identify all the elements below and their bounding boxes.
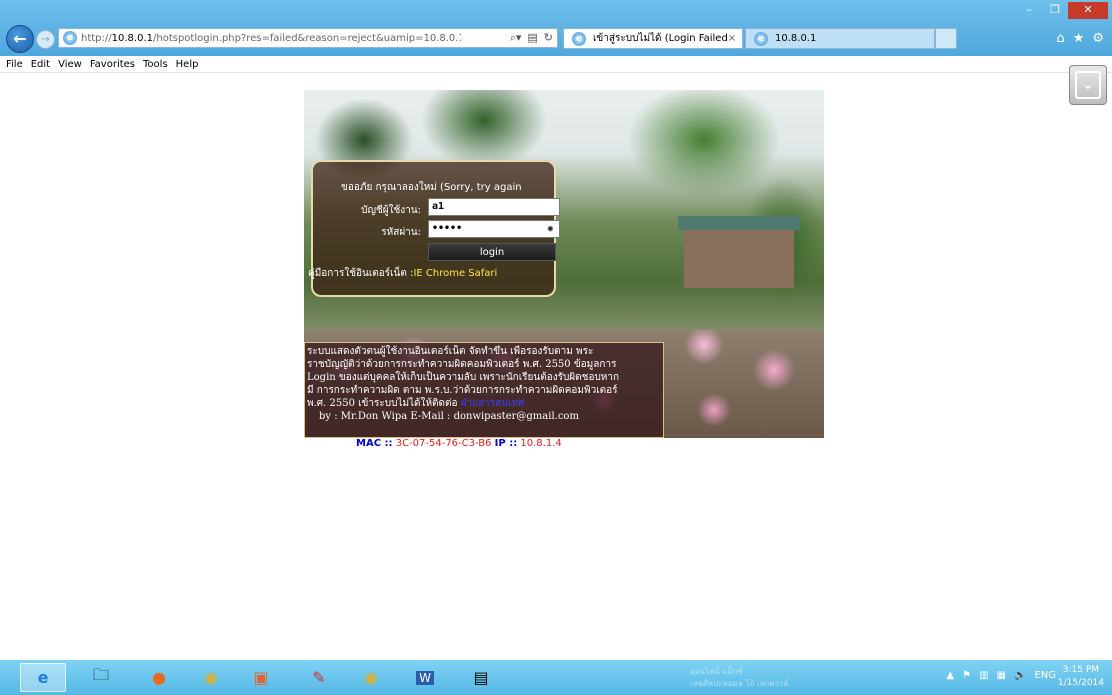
double-chevron-down-icon: ⌄ [1075,71,1101,99]
show-hidden-icons-icon[interactable]: ▲ [946,670,954,681]
taskbar-ie-icon[interactable]: e [20,663,66,692]
username-label: บัญชีผู้ใช้งาน: [361,205,421,216]
menu-bar: File Edit View Favorites Tools Help [0,56,1112,73]
reveal-password-icon[interactable]: ◉ [548,221,553,237]
info-line: Login ของแต่บุคคลให้เก็บเป็นความลับ เพรา… [307,372,620,383]
home-icon[interactable]: ⌂ [1056,31,1064,46]
error-message: ขออภัย กรุณาลองใหม่ (Sorry, try again [341,182,522,193]
mac-ip-line: MAC :: 3C-07-54-76-C3-B6 IP :: 10.8.1.4 [356,438,562,449]
forward-button[interactable]: → [36,30,55,49]
info-notice: ระบบแสดงตัวตนผู้ใช้งานอินเตอร์เน็ต จัดทำ… [304,342,664,438]
taskbar-clock[interactable]: 3:15 PM 1/15/2014 [1058,664,1104,690]
maximize-button[interactable]: ❐ [1042,2,1068,19]
password-value: ••••• [432,223,463,234]
back-button[interactable]: ← [6,25,34,53]
mac-key: MAC :: [356,438,393,449]
password-input[interactable]: ••••• ◉ [428,220,560,238]
menu-file[interactable]: File [6,59,23,70]
ie-favicon-icon: e [63,31,77,45]
ghost-line-2: เลขศิลปะหอมล โอ้ เลกครรด์ [690,679,789,688]
manual-links[interactable]: IE Chrome Safari [413,268,497,279]
info-line-contact: พ.ศ. 2550 เข้าระบบไม่ได้ให้ติดต่อ ฝ่ายสา… [307,397,661,410]
menu-favorites[interactable]: Favorites [90,59,135,70]
username-input[interactable]: a1 [428,198,560,216]
ip-key: IP :: [494,438,518,449]
manual-label: คู่มือการใช้อินเตอร์เน็ต : [308,268,414,279]
action-center-flag-icon[interactable]: ⚑ [962,670,971,681]
ghost-line-1: ออนไลน์ แม็กซ์ [690,667,743,676]
mac-value: 3C-07-54-76-C3-B6 [395,438,492,449]
language-indicator[interactable]: ENG [1034,670,1056,681]
url-prefix: http:// [81,32,112,44]
menu-help[interactable]: Help [176,59,199,70]
author-credit: by : Mr.Don Wipa E-Mail : donwipaster@gm… [319,411,579,422]
address-bar[interactable]: e http://10.8.0.1/hotspotlogin.php?res=f… [58,28,558,48]
menu-edit[interactable]: Edit [31,59,50,70]
url-host: 10.8.0.1 [111,32,153,44]
login-panel: ขออภัย กรุณาลองใหม่ (Sorry, try again บั… [308,160,560,297]
ip-value: 10.8.1.4 [520,438,562,449]
url-rest: /hotspotlogin.php?res=failed&reason=reje… [153,32,461,44]
tab-close-icon[interactable]: × [728,33,736,44]
ie-favicon-icon: e [754,31,768,46]
tab-login-failed[interactable]: e เข้าสู่ระบบไม่ได้ (Login Failed) × [563,28,743,49]
browser-right-icons: ⌂ ★ ⚙ [1056,31,1104,46]
tab-label: 10.8.0.1 [775,33,817,44]
tab-label: เข้าสู่ระบบไม่ได้ (Login Failed) [593,33,728,44]
favorites-star-icon[interactable]: ★ [1073,31,1085,46]
taskbar-chrome2-icon[interactable]: ◉ [348,663,394,692]
settings-gear-icon[interactable]: ⚙ [1092,31,1104,46]
manual-line: คู่มือการใช้อินเตอร์เน็ต :IE Chrome Safa… [308,266,497,281]
portal-background: ขออภัย กรุณาลองใหม่ (Sorry, try again บั… [304,90,824,438]
browser-titlebar: – ❐ ✕ ← → e http://10.8.0.1/hotspotlogin… [0,0,1112,56]
info-line: ราชบัญญัติว่าด้วยการกระทำความผิดคอมพิวเต… [307,359,617,370]
menu-view[interactable]: View [58,59,82,70]
taskbar-app-icon[interactable]: ▣ [238,663,284,692]
taskbar-notepad-icon[interactable]: ▤ [458,663,504,692]
taskbar-paint-icon[interactable]: ✎ [296,663,342,692]
taskbar-ghost-text: ออนไลน์ แม็กซ์เลขศิลปะหอมล โอ้ เลกครรด์ [690,666,789,690]
taskbar-word-icon[interactable]: W [402,663,448,692]
taskbar-firefox-icon[interactable]: ● [136,663,182,692]
info-contact-prefix: พ.ศ. 2550 เข้าระบบไม่ได้ให้ติดต่อ [307,398,461,409]
navigation-row: ← → e http://10.8.0.1/hotspotlogin.php?r… [0,22,1112,56]
compatibility-icon[interactable]: ▤ [527,31,537,45]
new-tab-button[interactable] [935,28,957,49]
ie-favicon-icon: e [572,31,586,46]
address-tools: ⌕▾ ▤ ↻ [510,31,557,45]
clock-date: 1/15/2014 [1057,678,1104,688]
contact-link[interactable]: ฝ่ายสารสนเทศ [461,398,525,409]
system-tray: ▲ ⚑ ▥ ▦ 🔈 ENG [946,670,1056,681]
network-icon[interactable]: ▥ [979,670,988,681]
password-label: รหัสผ่าน: [381,227,421,238]
search-icon[interactable]: ⌕▾ [510,31,522,45]
login-button[interactable]: login [428,243,556,261]
taskbar-explorer-icon[interactable]: 🗀 [78,663,124,692]
address-url[interactable]: http://10.8.0.1/hotspotlogin.php?res=fai… [81,33,461,44]
volume-icon[interactable]: 🔈 [1014,670,1026,681]
windows-taskbar: e 🗀 ● ◉ ▣ ✎ ◉ W ▤ ออนไลน์ แม็กซ์เลขศิลปะ… [0,660,1112,695]
window-controls: – ❐ ✕ [1016,2,1108,20]
scroll-down-button[interactable]: ⌄ [1069,65,1107,105]
clock-time: 3:15 PM [1062,665,1100,675]
display-icon[interactable]: ▦ [997,670,1006,681]
tab-10-8-0-1[interactable]: e 10.8.0.1 [745,28,935,49]
background-house [678,216,800,288]
info-line: ระบบแสดงตัวตนผู้ใช้งานอินเตอร์เน็ต จัดทำ… [307,346,594,357]
refresh-icon[interactable]: ↻ [544,31,553,45]
close-button[interactable]: ✕ [1068,2,1108,19]
minimize-button[interactable]: – [1016,2,1042,19]
taskbar-chrome-icon[interactable]: ◉ [188,663,234,692]
menu-tools[interactable]: Tools [143,59,168,70]
info-line: มี การกระทำความผิด ตาม พ.ร.บ.ว่าด้วยการก… [307,385,618,396]
